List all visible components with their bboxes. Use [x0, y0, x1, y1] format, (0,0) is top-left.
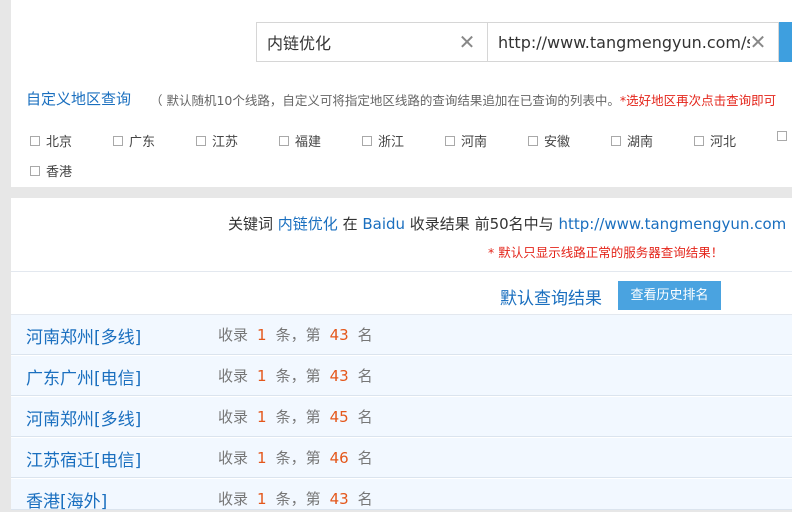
- region-option-label: 香港: [46, 165, 73, 180]
- label-b: 条，第: [275, 449, 321, 467]
- divider: [11, 271, 792, 272]
- result-count: 1: [257, 326, 267, 344]
- url-input[interactable]: [488, 23, 750, 61]
- region-option-label: 福建: [295, 135, 322, 150]
- summary-url: http://www.tangmengyun.com: [558, 215, 787, 233]
- label-b: 条，第: [275, 490, 321, 508]
- label-b: 条，第: [275, 367, 321, 385]
- result-text: 收录 1 条，第 43 名: [218, 365, 373, 386]
- label-c: 名: [357, 449, 373, 467]
- result-count: 1: [257, 490, 267, 508]
- summary-mid1: 在: [337, 215, 363, 233]
- url-field[interactable]: ✕: [487, 22, 779, 62]
- result-row[interactable]: 江苏宿迁[电信] 收录 1 条，第 46 名: [11, 438, 792, 478]
- region-checkbox-anhui[interactable]: 安徽: [528, 131, 570, 150]
- region-option-label: 安徽: [544, 135, 571, 150]
- result-count: 1: [257, 408, 267, 426]
- checkbox-icon[interactable]: [694, 135, 704, 146]
- server-note: * 默认只显示线路正常的服务器查询结果！: [488, 245, 724, 260]
- label-c: 名: [357, 326, 373, 344]
- region-option-label: 北京: [46, 135, 73, 150]
- result-rank: 43: [329, 367, 349, 385]
- result-location: 香港[海外]: [26, 492, 108, 512]
- label-c: 名: [357, 408, 373, 426]
- default-results-title: 默认查询结果: [500, 289, 602, 309]
- label-a: 收录: [218, 490, 249, 508]
- result-rank: 46: [329, 449, 349, 467]
- result-row[interactable]: 广东广州[电信] 收录 1 条，第 43 名: [11, 356, 792, 396]
- result-row[interactable]: 河南郑州[多线] 收录 1 条，第 45 名: [11, 397, 792, 437]
- clear-keyword-icon[interactable]: ✕: [457, 31, 477, 53]
- result-summary: 关键词 内链优化 在 Baidu 收录结果 前50名中与 http://www.…: [228, 213, 786, 234]
- summary-mid2: 收录结果 前50名中与: [405, 215, 559, 233]
- search-button[interactable]: [779, 22, 792, 62]
- region-query-title[interactable]: 自定义地区查询: [26, 88, 131, 109]
- label-b: 条，第: [275, 326, 321, 344]
- label-b: 条，第: [275, 408, 321, 426]
- result-text: 收录 1 条，第 43 名: [218, 324, 373, 345]
- region-desc-hint: *选好地区再次点击查询即可: [619, 93, 777, 108]
- region-checkbox-beijing[interactable]: 北京: [30, 131, 72, 150]
- result-location: 河南郑州[多线]: [26, 328, 142, 348]
- region-checkbox-zhejiang[interactable]: 浙江: [362, 131, 404, 150]
- region-checkbox-jiangsu[interactable]: 江苏: [196, 131, 238, 150]
- region-option-label: 河北: [710, 135, 737, 150]
- region-option-label: 浙江: [378, 135, 405, 150]
- region-checkbox-henan[interactable]: 河南: [445, 131, 487, 150]
- region-checkbox-hongkong[interactable]: 香港: [30, 161, 72, 180]
- label-c: 名: [357, 367, 373, 385]
- checkbox-icon[interactable]: [113, 135, 123, 146]
- checkbox-icon[interactable]: [30, 135, 40, 146]
- result-row[interactable]: 香港[海外] 收录 1 条，第 43 名: [11, 479, 792, 512]
- result-count: 1: [257, 367, 267, 385]
- region-option-label: 江苏: [212, 135, 239, 150]
- label-c: 名: [357, 490, 373, 508]
- checkbox-icon[interactable]: [777, 131, 787, 141]
- result-text: 收录 1 条，第 45 名: [218, 406, 373, 427]
- summary-prefix: 关键词: [228, 215, 278, 233]
- view-history-button[interactable]: 查看历史排名: [618, 281, 721, 310]
- region-checkbox-hunan[interactable]: 湖南: [611, 131, 653, 150]
- region-checkbox-hebei[interactable]: 河北: [694, 131, 736, 150]
- result-text: 收录 1 条，第 43 名: [218, 488, 373, 509]
- result-row[interactable]: 河南郑州[多线] 收录 1 条，第 43 名: [11, 315, 792, 355]
- region-checkbox-partial[interactable]: [777, 131, 792, 141]
- label-a: 收录: [218, 408, 249, 426]
- region-query-description: （ 默认随机10个线路，自定义可将指定地区线路的查询结果追加在已查询的列表中。*…: [150, 90, 776, 109]
- checkbox-icon[interactable]: [279, 135, 289, 146]
- result-text: 收录 1 条，第 46 名: [218, 447, 373, 468]
- region-checkbox-fujian[interactable]: 福建: [279, 131, 321, 150]
- result-count: 1: [257, 449, 267, 467]
- result-rank: 43: [329, 490, 349, 508]
- result-rank: 45: [329, 408, 349, 426]
- result-rank: 43: [329, 326, 349, 344]
- checkbox-icon[interactable]: [30, 165, 40, 176]
- label-a: 收录: [218, 326, 249, 344]
- summary-keyword: 内链优化: [277, 215, 338, 233]
- result-location: 广东广州[电信]: [26, 369, 142, 389]
- label-a: 收录: [218, 367, 249, 385]
- checkbox-icon[interactable]: [196, 135, 206, 146]
- keyword-input[interactable]: [257, 23, 457, 61]
- label-a: 收录: [218, 449, 249, 467]
- region-checkbox-guangdong[interactable]: 广东: [113, 131, 155, 150]
- checkbox-icon[interactable]: [362, 135, 372, 146]
- checkbox-icon[interactable]: [528, 135, 538, 146]
- region-option-label: 广东: [129, 135, 156, 150]
- result-location: 江苏宿迁[电信]: [26, 451, 142, 471]
- summary-engine: Baidu: [362, 215, 406, 233]
- checkbox-icon[interactable]: [445, 135, 455, 146]
- result-location: 河南郑州[多线]: [26, 410, 142, 430]
- clear-url-icon[interactable]: ✕: [748, 31, 768, 53]
- keyword-field[interactable]: ✕: [256, 22, 488, 62]
- region-option-label: 河南: [461, 135, 488, 150]
- checkbox-icon[interactable]: [611, 135, 621, 146]
- region-desc-text: （ 默认随机10个线路，自定义可将指定地区线路的查询结果追加在已查询的列表中。: [150, 93, 620, 108]
- region-option-label: 湖南: [627, 135, 654, 150]
